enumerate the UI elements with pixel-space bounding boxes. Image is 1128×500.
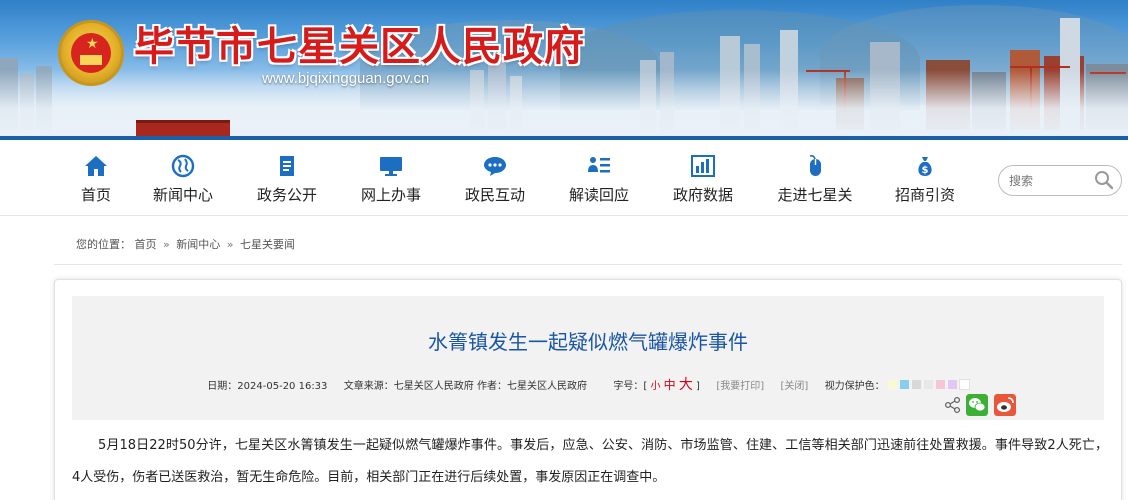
publish-date: 2024-05-20 16:33	[237, 381, 328, 392]
eye-care-swatches	[885, 379, 970, 392]
print-button[interactable]: [我要打印]	[716, 381, 764, 392]
nav-item-online-services[interactable]: 网上办事	[346, 154, 436, 205]
emblem-gate-icon	[80, 55, 102, 65]
nav-item-interpretation[interactable]: 解读回应	[554, 154, 644, 205]
nav-item-gov-data[interactable]: 政府数据	[658, 154, 748, 205]
nav-item-news[interactable]: 新闻中心	[138, 154, 228, 205]
mouse-icon	[809, 155, 821, 176]
nav-label: 网上办事	[360, 186, 421, 204]
nav-label: 政民互动	[464, 186, 525, 204]
site-url[interactable]: www.bjqixingguan.gov.cn	[262, 70, 429, 87]
breadcrumb: 您的位置： 首页 » 新闻中心 » 七星关要闻	[76, 236, 295, 252]
globe-icon	[171, 154, 195, 178]
banner-crane	[1010, 66, 1070, 68]
national-emblem-icon: ★	[58, 20, 124, 86]
bar-chart-icon	[691, 155, 715, 177]
nav-item-interaction[interactable]: 政民互动	[450, 154, 540, 205]
nav-label: 解读回应	[568, 186, 629, 204]
document-icon	[280, 156, 294, 176]
wechat-share-icon[interactable]	[966, 394, 988, 416]
article-author: 七星关区人民政府	[506, 381, 587, 392]
breadcrumb-separator: »	[163, 238, 170, 251]
search-icon[interactable]	[1093, 169, 1115, 191]
search-input[interactable]	[1009, 171, 1087, 191]
article-paragraph: 5月18日22时50分许，七星关区水箐镇发生一起疑似燃气罐爆炸事件。事发后，应急…	[72, 438, 1108, 485]
date-label: 日期：	[207, 381, 238, 392]
article-title: 水箐镇发生一起疑似燃气罐爆炸事件	[428, 330, 748, 354]
nav-item-about[interactable]: 走进七星关	[770, 154, 860, 205]
breadcrumb-link-current[interactable]: 七星关要闻	[240, 238, 295, 251]
eye-care-swatch[interactable]	[923, 380, 933, 389]
breadcrumb-divider	[54, 264, 1122, 265]
share-icon[interactable]	[944, 396, 962, 414]
nav-label: 政府数据	[672, 186, 733, 204]
money-bag-icon: $	[918, 157, 932, 176]
nav-label: 走进七星关	[777, 186, 853, 204]
font-size-label: 字号：	[613, 381, 644, 392]
eye-care-swatch[interactable]	[887, 380, 897, 389]
article-header: 水箐镇发生一起疑似燃气罐爆炸事件 日期：2024-05-20 16:33 文章来…	[72, 296, 1104, 420]
nav-label: 新闻中心	[152, 186, 213, 204]
close-button[interactable]: [关闭]	[781, 381, 809, 392]
article-meta: 日期：2024-05-20 16:33 文章来源：七星关区人民政府 作者：七星关…	[72, 374, 1104, 394]
breadcrumb-link-news[interactable]: 新闻中心	[176, 238, 220, 251]
nav-label: 首页	[80, 186, 111, 204]
site-title[interactable]: 毕节市七星关区人民政府	[134, 14, 585, 72]
banner-red-building	[136, 120, 230, 136]
article-card: 水箐镇发生一起疑似燃气罐爆炸事件 日期：2024-05-20 16:33 文章来…	[54, 279, 1122, 500]
nav-label: 政务公开	[256, 186, 317, 204]
author-label: 作者：	[476, 381, 507, 392]
header-banner: ★ 毕节市七星关区人民政府 www.bjqixingguan.gov.cn	[0, 0, 1128, 140]
emblem-star-icon: ★	[86, 36, 99, 52]
font-size-medium-button[interactable]: 中	[664, 378, 676, 392]
article-body: 5月18日22时50分许，七星关区水箐镇发生一起疑似燃气罐爆炸事件。事发后，应急…	[72, 430, 1108, 494]
eye-care-label: 视力保护色：	[824, 381, 885, 392]
home-icon	[85, 156, 107, 176]
main-nav: 首页 新闻中心 政务公开 网上办事 政民互动 解读回应 政府数据 走进七星关 $…	[0, 140, 1128, 216]
font-size-small-button[interactable]: 小	[650, 381, 660, 392]
breadcrumb-link-home[interactable]: 首页	[135, 238, 157, 251]
font-size-large-button[interactable]: 大	[679, 377, 693, 393]
source-label: 文章来源：	[343, 381, 394, 392]
chat-icon	[484, 157, 506, 176]
breadcrumb-separator: »	[226, 238, 234, 251]
article-source: 七星关区人民政府	[393, 381, 474, 392]
search-box	[998, 165, 1122, 196]
emblem-center: ★	[71, 33, 111, 73]
eye-care-swatch[interactable]	[947, 380, 957, 389]
eye-care-swatch[interactable]	[935, 380, 945, 389]
nav-item-gov-affairs[interactable]: 政务公开	[242, 154, 332, 205]
nav-label: 招商引资	[894, 186, 955, 204]
monitor-icon	[380, 157, 402, 176]
eye-care-swatch[interactable]	[911, 380, 921, 389]
nav-item-home[interactable]: 首页	[51, 154, 141, 205]
list-icon	[588, 157, 610, 173]
eye-care-swatch[interactable]	[899, 380, 909, 389]
breadcrumb-prefix: 您的位置：	[76, 238, 131, 251]
weibo-share-icon[interactable]	[994, 394, 1016, 416]
eye-care-swatch[interactable]	[958, 379, 970, 390]
nav-item-investment[interactable]: $ 招商引资	[880, 154, 970, 205]
svg-text:$: $	[922, 165, 929, 176]
